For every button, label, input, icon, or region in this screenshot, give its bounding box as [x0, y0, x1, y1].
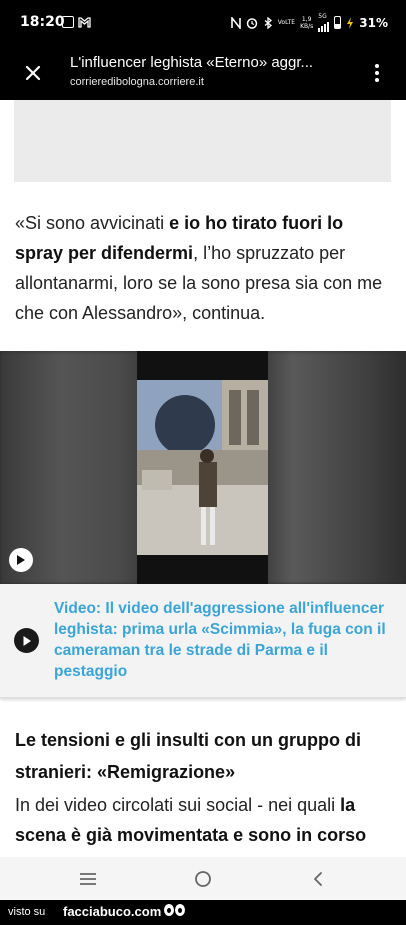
video-play-button[interactable] — [9, 548, 33, 572]
network-type: 5G — [318, 13, 327, 20]
video-thumbnail — [137, 380, 268, 555]
battery-percent: 31% — [359, 15, 388, 30]
home-button[interactable] — [191, 867, 215, 891]
more-vert-icon — [375, 64, 379, 68]
watermark-prefix: visto su — [8, 906, 46, 918]
page-title: L'influencer leghista «Eterno» aggr... — [70, 54, 314, 71]
caption-play-button[interactable] — [14, 628, 39, 653]
volte-label: VoLTE — [277, 19, 296, 26]
paragraph-text: In dei video circolati sui social - nei … — [15, 795, 341, 815]
chevron-left-icon — [314, 872, 322, 886]
video-player[interactable] — [0, 351, 406, 584]
watermark-site: facciabuco.com — [63, 904, 162, 919]
video-caption-text[interactable]: Video: Il video dell'aggressione all'inf… — [54, 598, 394, 682]
mobile-signal: 5G — [318, 13, 330, 32]
recent-apps-button[interactable] — [76, 867, 100, 891]
speed-value: 1,9 — [301, 15, 312, 23]
section-subheading: Le tensioni e gli insulti con un gruppo … — [15, 730, 361, 782]
bluetooth-icon — [264, 16, 272, 29]
video-frame — [137, 351, 268, 584]
battery-icon — [334, 16, 342, 29]
charging-icon — [347, 16, 354, 29]
circle-icon — [195, 871, 211, 887]
status-time: 18:20 — [20, 14, 65, 30]
ad-placeholder — [14, 100, 391, 182]
watermark-logo-eyes-icon — [164, 904, 185, 916]
app-notification-icon — [62, 16, 74, 28]
alarm-icon — [246, 17, 258, 29]
status-bar: 18:20 VoLTE 1,9 KB/s 5G 31% — [0, 0, 406, 48]
back-button[interactable] — [306, 867, 330, 891]
navigation-bar — [0, 857, 406, 900]
article-content[interactable]: «Si sono avvicinati e io ho tirato fuori… — [0, 100, 406, 857]
notification-icons — [62, 16, 91, 28]
network-speed: 1,9 KB/s — [300, 16, 313, 30]
play-icon — [23, 635, 31, 646]
signal-bars-icon — [318, 20, 330, 32]
menu-lines-icon — [80, 873, 96, 885]
speed-unit: KB/s — [300, 22, 314, 30]
play-icon — [17, 555, 25, 565]
nfc-icon — [230, 16, 241, 29]
watermark-bar: visto su facciabuco.com — [0, 900, 406, 925]
paragraph-text: «Si sono avvicinati — [15, 213, 170, 233]
more-options-button[interactable] — [370, 60, 384, 86]
article-paragraph: In dei video circolati sui social - nei … — [15, 790, 387, 850]
page-domain: corrieredibologna.corriere.it — [70, 76, 204, 88]
article-paragraph: «Si sono avvicinati e io ho tirato fuori… — [15, 208, 387, 328]
custom-tab-toolbar: L'influencer leghista «Eterno» aggr... c… — [0, 48, 406, 100]
close-icon — [25, 65, 41, 81]
close-button[interactable] — [18, 58, 48, 88]
gmail-icon — [78, 17, 91, 28]
video-caption-link[interactable]: Video: Il video dell'aggressione all'inf… — [0, 584, 406, 698]
status-right-group: VoLTE 1,9 KB/s 5G 31% — [230, 13, 388, 32]
